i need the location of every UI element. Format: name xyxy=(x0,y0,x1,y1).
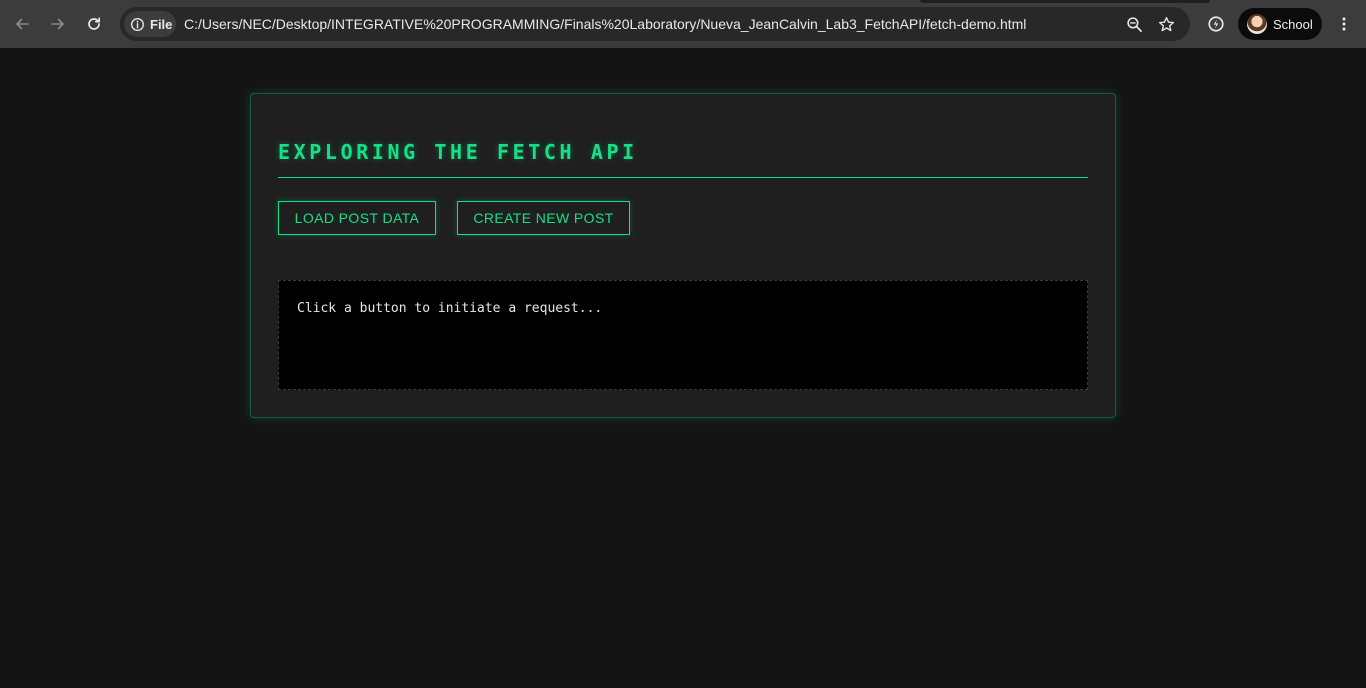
profile-label: School xyxy=(1273,16,1313,32)
url-text[interactable]: C:/Users/NEC/Desktop/INTEGRATIVE%20PROGR… xyxy=(184,16,1026,32)
star-icon xyxy=(1158,16,1174,31)
page-title: EXPLORING THE FETCH API xyxy=(278,140,638,164)
reload-button[interactable] xyxy=(78,8,110,40)
output-panel: Click a button to initiate a request... xyxy=(278,280,1088,390)
title-divider xyxy=(278,177,1088,178)
zoom-button[interactable] xyxy=(1124,14,1144,34)
kebab-menu-icon xyxy=(1342,17,1346,31)
avatar xyxy=(1247,14,1267,34)
fetch-demo-card: EXPLORING THE FETCH API LOAD POST DATA C… xyxy=(250,93,1116,418)
extensions-button[interactable] xyxy=(1200,8,1232,40)
output-text: Click a button to initiate a request... xyxy=(297,301,603,316)
bookmark-button[interactable] xyxy=(1156,14,1176,34)
profile-button[interactable]: School xyxy=(1238,8,1322,40)
back-button[interactable] xyxy=(6,8,38,40)
load-post-data-button[interactable]: LOAD POST DATA xyxy=(278,201,436,235)
reload-icon xyxy=(88,17,101,30)
back-arrow-icon xyxy=(16,18,29,30)
forward-button[interactable] xyxy=(42,8,74,40)
file-chip-label: File xyxy=(150,16,173,32)
zoom-icon xyxy=(1126,16,1142,32)
forward-arrow-icon xyxy=(51,18,64,30)
browser-menu-button[interactable] xyxy=(1328,8,1360,40)
extension-icon xyxy=(1208,16,1224,32)
info-icon xyxy=(131,17,144,31)
address-bar[interactable]: File C:/Users/NEC/Desktop/INTEGRATIVE%20… xyxy=(120,7,1190,41)
browser-toolbar: File C:/Users/NEC/Desktop/INTEGRATIVE%20… xyxy=(0,0,1366,48)
active-tab-edge xyxy=(920,0,1210,3)
create-new-post-button[interactable]: CREATE NEW POST xyxy=(457,201,630,235)
site-info-chip[interactable]: File xyxy=(124,11,176,37)
